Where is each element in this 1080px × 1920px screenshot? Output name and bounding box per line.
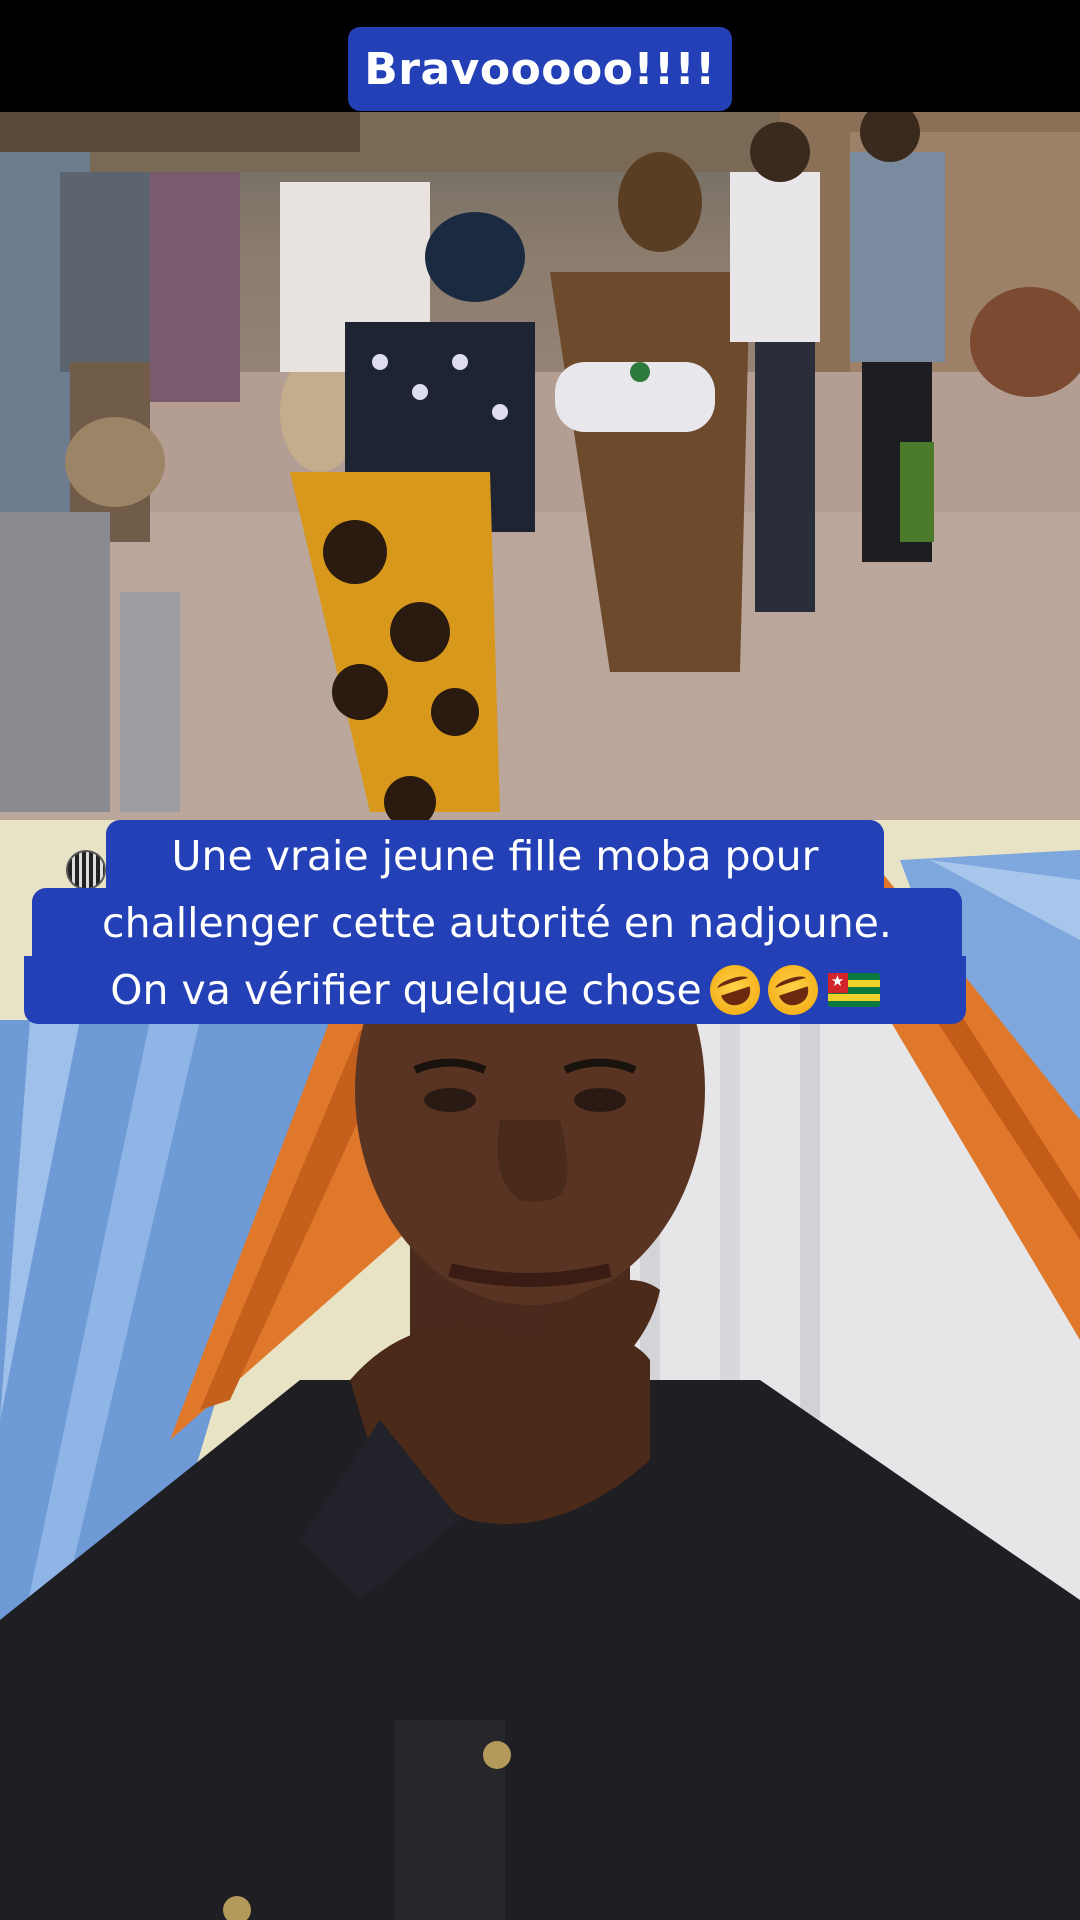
- caption-main-block: Une vraie jeune fille moba pour challeng…: [0, 818, 1080, 1028]
- caption-top-pill: Bravooooo!!!!: [348, 27, 732, 111]
- caption-line-2: challenger cette autorité en nadjoune.: [32, 888, 962, 958]
- togo-flag-icon: [827, 972, 880, 1007]
- rolling-laughing-emoji-icon: [761, 958, 825, 1022]
- caption-line-1-text: Une vraie jeune fille moba pour: [171, 832, 819, 880]
- dance-scene-illustration: [0, 112, 1080, 820]
- rolling-laughing-emoji-icon: [703, 958, 767, 1022]
- caption-line-3: On va vérifier quelque chose: [24, 956, 966, 1024]
- caption-line-3-text: On va vérifier quelque chose: [110, 966, 702, 1014]
- caption-line-1: Une vraie jeune fille moba pour: [106, 820, 884, 892]
- video-frame[interactable]: Bravooooo!!!! Une vraie jeune fille moba…: [0, 0, 1080, 1920]
- top-video-dance-scene: [0, 112, 1080, 820]
- caption-line-2-text: challenger cette autorité en nadjoune.: [102, 899, 892, 947]
